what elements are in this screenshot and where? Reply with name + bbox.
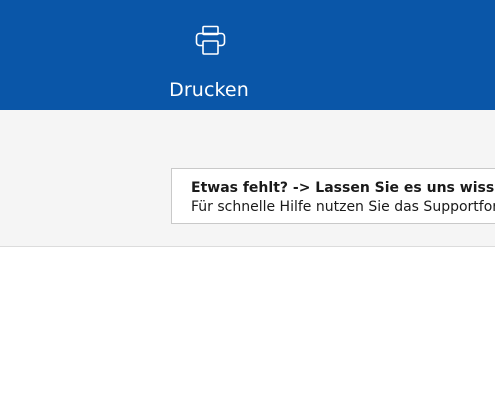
print-button[interactable]: Drucken — [159, 10, 261, 110]
content-band: Etwas fehlt? -> Lassen Sie es uns wiss F… — [0, 110, 495, 247]
ribbon-toolbar: Drucken — [0, 0, 495, 110]
feedback-banner[interactable]: Etwas fehlt? -> Lassen Sie es uns wiss F… — [171, 168, 495, 224]
print-button-label: Drucken — [169, 79, 249, 101]
feedback-body: Für schnelle Hilfe nutzen Sie das Suppor… — [191, 199, 495, 215]
feedback-title: Etwas fehlt? -> Lassen Sie es uns wiss — [191, 180, 495, 196]
printer-icon — [195, 25, 226, 55]
